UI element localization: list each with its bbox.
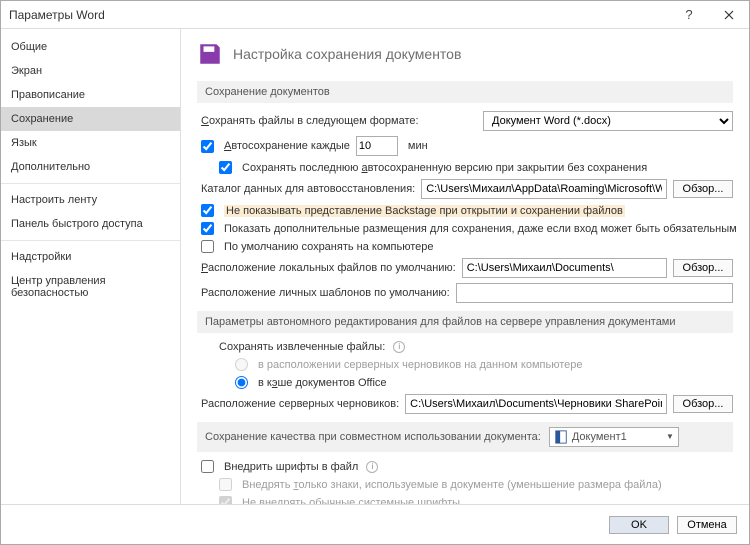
sidebar-item-customize-ribbon[interactable]: Настроить ленту — [1, 188, 180, 212]
server-drafts-browse-button[interactable]: Обзор... — [673, 395, 733, 413]
info-icon[interactable]: i — [393, 341, 405, 353]
server-drafts-path-input[interactable] — [405, 394, 667, 414]
autosave-checkbox[interactable] — [201, 140, 214, 153]
no-backstage-checkbox[interactable] — [201, 204, 214, 217]
no-system-fonts-checkbox — [219, 496, 232, 504]
default-save-computer-checkbox[interactable] — [201, 240, 214, 253]
default-local-browse-button[interactable]: Обзор... — [673, 259, 733, 277]
autosave-label: Автосохранение каждые — [224, 140, 350, 152]
close-button[interactable] — [709, 1, 749, 29]
sidebar-item-display[interactable]: Экран — [1, 59, 180, 83]
category-sidebar: Общие Экран Правописание Сохранение Язык… — [1, 29, 181, 504]
panel-header: Настройка сохранения документов — [197, 41, 733, 67]
autorecover-path-input[interactable] — [421, 179, 667, 199]
fidelity-target-select[interactable]: Документ1 ▼ — [549, 427, 679, 447]
section-preserve-fidelity: Сохранение качества при совместном испол… — [197, 422, 733, 452]
office-cache-radio[interactable] — [235, 376, 248, 389]
sidebar-item-save[interactable]: Сохранение — [1, 107, 180, 131]
show-places-label: Показать дополнительные размещения для с… — [224, 223, 737, 235]
no-backstage-label: Не показывать представление Backstage пр… — [224, 205, 625, 217]
sidebar-separator — [1, 240, 180, 241]
save-format-select[interactable]: Документ Word (*.docx) — [483, 111, 733, 131]
panel-title: Настройка сохранения документов — [233, 46, 461, 62]
personal-templates-input[interactable] — [456, 283, 733, 303]
sidebar-item-proofing[interactable]: Правописание — [1, 83, 180, 107]
save-icon — [197, 41, 223, 67]
autosave-unit: мин — [408, 140, 428, 152]
office-cache-label: в кэше документов Office — [258, 377, 387, 389]
default-local-path-input[interactable] — [462, 258, 667, 278]
sidebar-item-general[interactable]: Общие — [1, 35, 180, 59]
no-system-fonts-label: Не внедрять обычные системные шрифты — [242, 497, 460, 505]
cancel-button[interactable]: Отмена — [677, 516, 737, 534]
sidebar-item-language[interactable]: Язык — [1, 131, 180, 155]
chevron-down-icon: ▼ — [666, 432, 674, 441]
help-button[interactable]: ? — [669, 1, 709, 29]
titlebar: Параметры Word ? — [1, 1, 749, 29]
server-drafts-path-label: Расположение серверных черновиков: — [201, 398, 399, 410]
personal-templates-label: Расположение личных шаблонов по умолчани… — [201, 287, 450, 299]
sidebar-item-trust-center[interactable]: Центр управления безопасностью — [1, 269, 180, 305]
server-drafts-label: в расположении серверных черновиков на д… — [258, 359, 582, 371]
close-icon — [724, 10, 734, 20]
keep-last-autosave-checkbox[interactable] — [219, 161, 232, 174]
server-drafts-radio — [235, 358, 248, 371]
sidebar-separator — [1, 183, 180, 184]
autosave-minutes-input[interactable] — [356, 136, 398, 156]
sidebar-item-qat[interactable]: Панель быстрого доступа — [1, 212, 180, 236]
options-window: Параметры Word ? Общие Экран Правописани… — [0, 0, 750, 545]
autorecover-path-label: Каталог данных для автовосстановления: — [201, 183, 415, 195]
dialog-footer: OK Отмена — [1, 504, 749, 544]
window-title: Параметры Word — [9, 8, 669, 22]
autorecover-browse-button[interactable]: Обзор... — [673, 180, 733, 198]
default-local-path-label: Расположение локальных файлов по умолчан… — [201, 262, 456, 274]
section-save-documents: Сохранение документов — [197, 81, 733, 103]
section-offline-editing: Параметры автономного редактирования для… — [197, 311, 733, 333]
show-places-checkbox[interactable] — [201, 222, 214, 235]
sidebar-item-advanced[interactable]: Дополнительно — [1, 155, 180, 179]
embed-used-chars-label: Внедрять только знаки, используемые в до… — [242, 479, 662, 491]
preserve-fidelity-label: Сохранение качества при совместном испол… — [205, 431, 541, 443]
keep-last-autosave-label: Сохранять последнюю автосохраненную верс… — [242, 162, 647, 174]
default-save-computer-label: По умолчанию сохранять на компьютере — [224, 241, 433, 253]
sidebar-item-addins[interactable]: Надстройки — [1, 245, 180, 269]
embed-fonts-label: Внедрить шрифты в файл — [224, 461, 358, 473]
dialog-body: Общие Экран Правописание Сохранение Язык… — [1, 29, 749, 504]
main-panel: Настройка сохранения документов Сохранен… — [181, 29, 749, 504]
save-format-label: Сохранять файлы в следующем формате: — [201, 115, 419, 127]
embed-used-chars-checkbox — [219, 478, 232, 491]
save-extracted-label: Сохранять извлеченные файлы: — [219, 341, 385, 353]
word-doc-icon — [554, 430, 568, 444]
info-icon[interactable]: i — [366, 461, 378, 473]
ok-button[interactable]: OK — [609, 516, 669, 534]
embed-fonts-checkbox[interactable] — [201, 460, 214, 473]
